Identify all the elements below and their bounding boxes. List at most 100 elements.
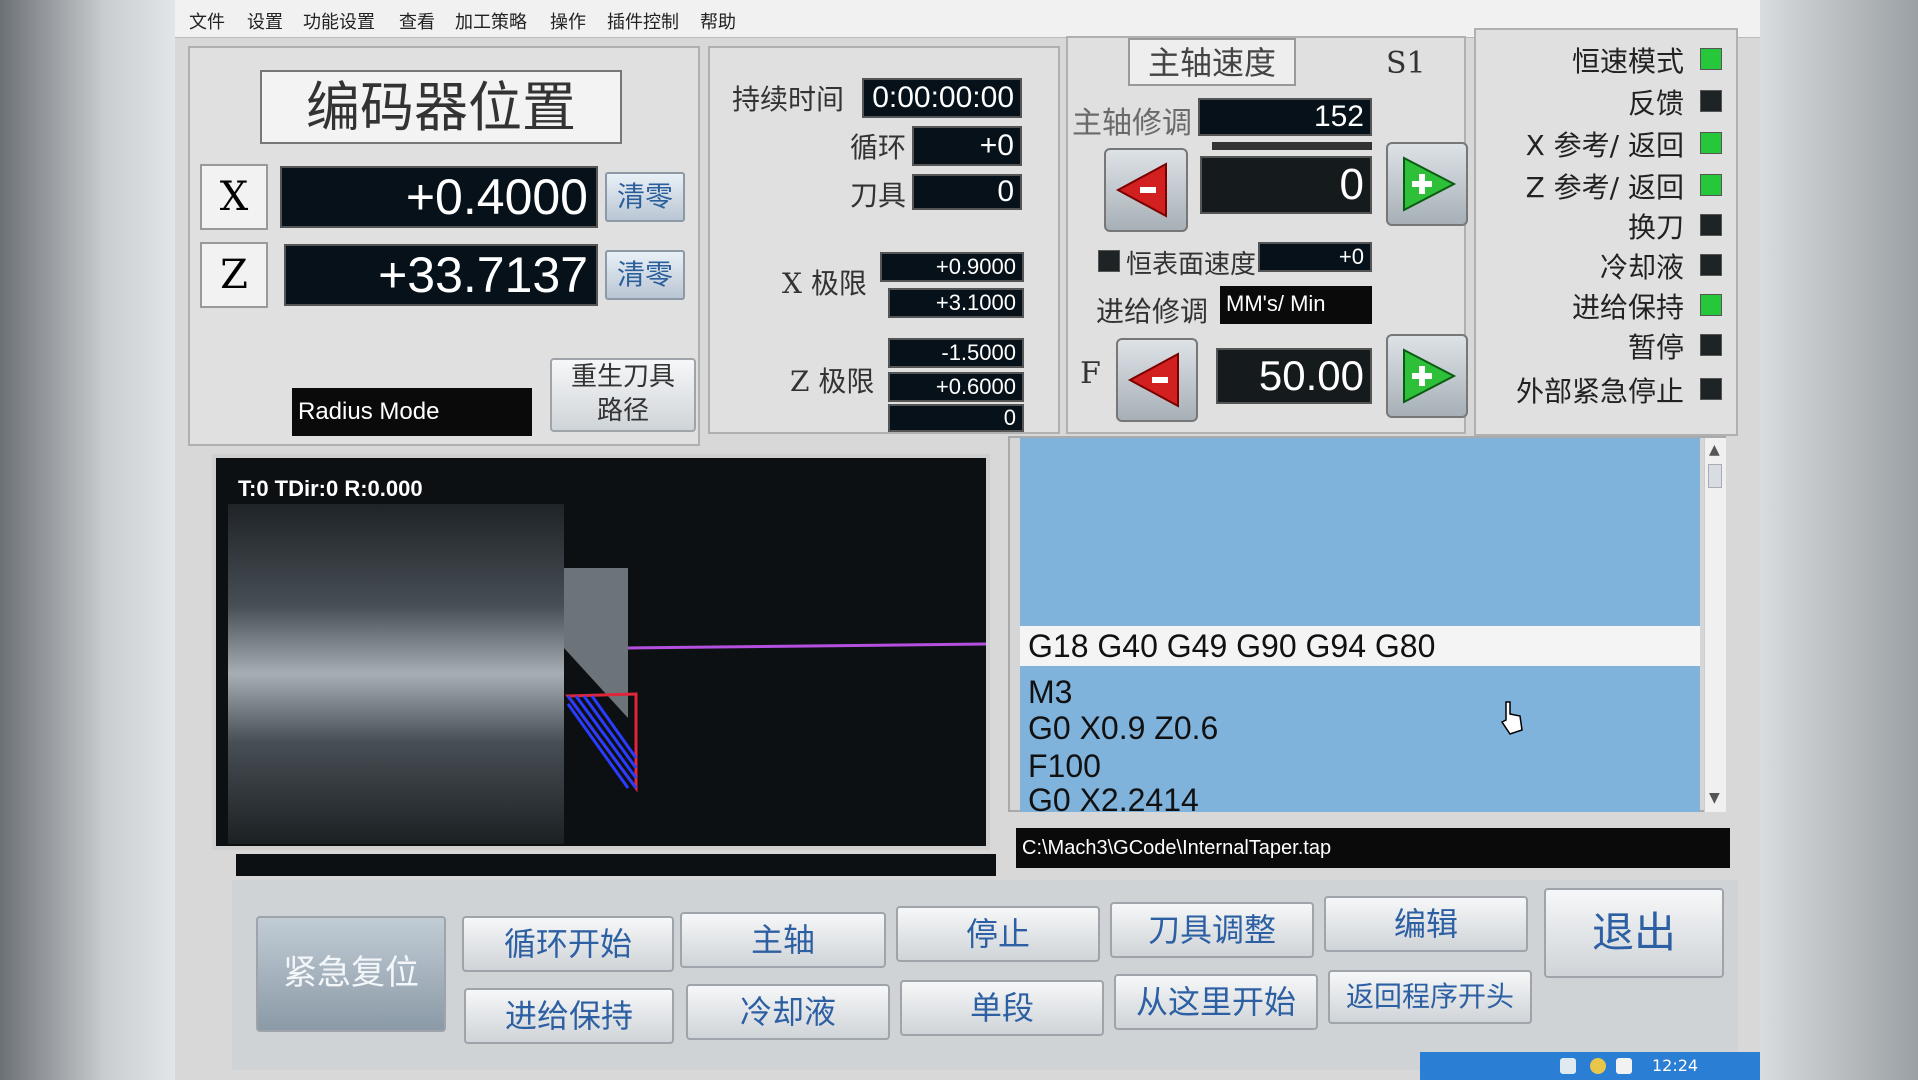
z-limit-min: -1.5000 (888, 338, 1024, 368)
z-limit-label: Z 极限 (790, 365, 875, 398)
feed-override-label: 进给修调 (1096, 295, 1209, 328)
status-led-feedback (1700, 90, 1722, 112)
menu-file[interactable]: 文件 (189, 8, 225, 34)
gcode-line: G0 X0.9 Z0.6 (1028, 710, 1219, 746)
status-led-pause (1700, 334, 1722, 356)
x-dro[interactable]: +0.4000 (280, 166, 598, 228)
css-led (1098, 250, 1120, 272)
spindle-speed-bar (1212, 142, 1372, 150)
spindle-s-label: S1 (1386, 46, 1426, 81)
extra-value: 0 (888, 404, 1024, 432)
tray-volume-icon[interactable] (1590, 1058, 1606, 1074)
x-limit-max: +3.1000 (888, 288, 1024, 318)
spindle-panel: 主轴速度 S1 主轴修调 152 0 恒表面速度 +0 进给修调 MM's/ M… (1066, 36, 1468, 434)
zero-z-button[interactable]: 清零 (605, 250, 685, 300)
gcode-scrollbar[interactable]: ▲ ▼ (1704, 438, 1726, 812)
coolant-button[interactable]: 冷却液 (686, 984, 890, 1040)
minus-arrow-icon (1115, 162, 1167, 218)
taskbar-clock: 12:24 (1652, 1056, 1699, 1075)
status-label-pause: 暂停 (1627, 331, 1684, 364)
run-from-here-button[interactable]: 从这里开始 (1114, 974, 1318, 1030)
status-led-tool-change (1700, 214, 1722, 236)
feed-units-display: MM's/ Min (1220, 286, 1372, 324)
gcode-listing[interactable]: G18 G40 G49 G90 G94 G80 M3 G0 X0.9 Z0.6 … (1020, 438, 1700, 818)
gcode-panel: G18 G40 G49 G90 G94 G80 M3 G0 X0.9 Z0.6 … (1008, 436, 1726, 818)
gcode-line: F100 (1028, 748, 1101, 784)
menu-plugin-control[interactable]: 插件控制 (607, 8, 679, 34)
emergency-reset-button[interactable]: 紧急复位 (256, 916, 446, 1032)
status-led-coolant (1700, 254, 1722, 276)
menu-operator[interactable]: 操作 (550, 8, 586, 34)
minus-arrow-icon (1127, 352, 1179, 408)
feed-hold-button[interactable]: 进给保持 (464, 988, 674, 1044)
status-label-feedback: 反馈 (1627, 87, 1684, 120)
regen-toolpath-button[interactable]: 重生刀具 路径 (550, 358, 696, 432)
duration-value: 0:00:00:00 (862, 78, 1022, 118)
spindle-title: 主轴速度 (1128, 38, 1296, 86)
cycle-start-button[interactable]: 循环开始 (462, 916, 674, 972)
stop-button[interactable]: 停止 (896, 906, 1100, 962)
cycle-label: 循环 (850, 131, 907, 164)
tray-app-icon[interactable] (1616, 1058, 1632, 1074)
status-led-estop (1700, 378, 1722, 400)
regen-label-line1: 重生刀具 (570, 362, 675, 392)
exit-button[interactable]: 退出 (1544, 888, 1724, 978)
css-label: 恒表面速度 (1126, 250, 1257, 280)
menu-view[interactable]: 查看 (399, 8, 435, 34)
rewind-button[interactable]: 返回程序开头 (1328, 970, 1532, 1024)
z-limit-max: +0.6000 (888, 372, 1024, 402)
x-limit-label: X 极限 (782, 267, 867, 300)
gcode-line: M3 (1028, 674, 1073, 710)
toolpath-status-strip (236, 854, 996, 876)
toolpath-graphic (228, 504, 986, 844)
edit-button[interactable]: 编辑 (1324, 896, 1528, 952)
button-bar: 紧急复位 循环开始 主轴 停止 刀具调整 编辑 退出 进给保持 冷却液 单段 从… (232, 880, 1738, 1070)
zero-x-button[interactable]: 清零 (605, 172, 685, 222)
single-block-button[interactable]: 单段 (900, 980, 1104, 1036)
tool-value: 0 (912, 174, 1022, 210)
scroll-thumb[interactable] (1708, 464, 1722, 488)
z-dro[interactable]: +33.7137 (284, 244, 598, 306)
monitor-bezel-left (0, 0, 175, 1080)
status-led-feed-hold (1700, 294, 1722, 316)
menu-help[interactable]: 帮助 (700, 8, 736, 34)
status-led-x-ref (1700, 132, 1722, 154)
plus-arrow-icon (1403, 348, 1457, 404)
tool-adjust-button[interactable]: 刀具调整 (1110, 902, 1314, 958)
status-panel: 恒速模式 反馈 X 参考/ 返回 Z 参考/ 返回 换刀 冷却液 进给保持 暂停… (1474, 28, 1738, 436)
gcode-current-line: G18 G40 G49 G90 G94 G80 (1028, 628, 1436, 664)
status-led-z-ref (1700, 174, 1722, 196)
toolpath-display[interactable]: T:0 TDir:0 R:0.000 (212, 454, 990, 850)
gcode-file-path: C:\Mach3\GCode\InternalTaper.tap (1016, 828, 1730, 868)
menu-function-config[interactable]: 功能设置 (303, 8, 375, 34)
radius-mode-display: Radius Mode (292, 388, 532, 436)
encoder-panel: 编码器位置 X +0.4000 清零 Z +33.7137 清零 Radius … (188, 46, 700, 446)
css-value: +0 (1258, 242, 1372, 272)
taskbar-tray: 12:24 (1420, 1052, 1760, 1080)
menu-config[interactable]: 设置 (247, 8, 283, 34)
regen-label-line2: 路径 (596, 396, 649, 426)
encoder-title: 编码器位置 (260, 70, 622, 144)
spindle-button[interactable]: 主轴 (680, 912, 886, 968)
feed-decrease-button[interactable] (1116, 338, 1198, 422)
scroll-down-icon[interactable]: ▼ (1709, 790, 1720, 806)
cycle-value: +0 (912, 126, 1022, 166)
status-label-tool-change: 换刀 (1627, 211, 1684, 244)
status-led-css-mode (1700, 48, 1722, 70)
spindle-override-value: 152 (1198, 98, 1372, 136)
status-label-feed-hold: 进给保持 (1571, 291, 1684, 324)
feed-increase-button[interactable] (1386, 334, 1468, 418)
x-axis-label: X (200, 164, 268, 230)
monitor-bezel-right (1760, 0, 1918, 1080)
feed-f-label: F (1080, 356, 1101, 391)
menu-wizards[interactable]: 加工策略 (455, 8, 527, 34)
mouse-cursor-icon (1500, 701, 1523, 735)
spindle-increase-button[interactable] (1386, 142, 1468, 226)
tray-network-icon[interactable] (1560, 1058, 1576, 1074)
spindle-speed-value: 0 (1200, 156, 1372, 214)
z-axis-label: Z (200, 242, 268, 308)
scroll-up-icon[interactable]: ▲ (1709, 442, 1720, 458)
status-label-z-ref: Z 参考/ 返回 (1525, 171, 1684, 204)
spindle-decrease-button[interactable] (1104, 148, 1188, 232)
feed-rate-value: 50.00 (1216, 348, 1372, 404)
